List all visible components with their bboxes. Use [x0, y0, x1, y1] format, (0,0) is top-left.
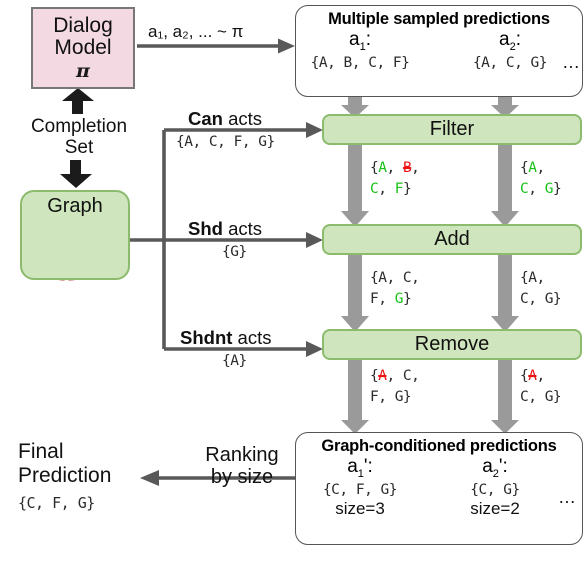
process-box-add[interactable]: Add: [322, 224, 582, 255]
conditioned-slot-2-size: size=2: [470, 498, 520, 518]
conditioned-slot-2: a2': {C, G} size=2: [435, 457, 555, 519]
dialog-model-box: Dialog Model π: [31, 7, 135, 89]
remove-output-left: {A, C, F, G}: [370, 368, 420, 406]
can-acts-label: Can acts: [188, 108, 262, 130]
dialog-model-line2: Model: [54, 36, 112, 60]
can-acts-set: {A, C, F, G}: [176, 134, 275, 150]
shdnt-acts-rest: acts: [232, 327, 272, 348]
dialog-model-policy-symbol: π: [76, 59, 90, 82]
sampled-slot-2-name: a2:: [499, 29, 521, 53]
completion-set-label: Completion Set: [4, 116, 154, 159]
process-label-remove: Remove: [414, 333, 490, 355]
conditioned-ellipsis: …: [558, 487, 576, 507]
block-arrow-filter-add-right: [491, 145, 519, 227]
completion-set-line1: Completion: [30, 116, 128, 137]
sampled-predictions-title: Multiple sampled predictions: [328, 10, 550, 28]
process-label-filter: Filter: [429, 118, 475, 140]
final-prediction-line1: Final: [18, 440, 64, 463]
arrow-completion-down: [60, 160, 92, 188]
sampled-slot-1: a1: {A, B, C, F}: [300, 30, 420, 71]
ranking-line1: Ranking: [205, 444, 279, 466]
graph-label: Graph: [47, 195, 103, 217]
block-arrow-remove-output-left: [341, 360, 369, 434]
final-prediction-label: Final Prediction: [18, 440, 178, 487]
shdnt-acts-set: {A}: [222, 353, 247, 369]
shd-acts-rest: acts: [222, 218, 263, 239]
conditioned-slot-2-name: a2':: [482, 456, 508, 480]
sampled-ellipsis: …: [562, 52, 580, 72]
conditioned-slot-1-set: {C, F, G}: [322, 481, 398, 498]
dialog-model-line1: Dialog: [53, 13, 113, 37]
completion-set-line2: Set: [64, 136, 94, 158]
ranking-label: Ranking by size: [187, 444, 297, 489]
can-acts-bold: Can: [188, 108, 223, 129]
can-acts-rest: acts: [222, 108, 263, 129]
filter-output-right: {A, C, G}: [520, 160, 562, 198]
block-arrow-add-remove-left: [341, 255, 369, 332]
sampled-slot-2-set: {A, C, G}: [472, 54, 548, 71]
shd-acts-label: Shd acts: [188, 218, 262, 240]
shd-acts-bold: Shd: [188, 218, 223, 239]
process-label-add: Add: [434, 228, 470, 250]
add-output-left: {A, C, F, G}: [370, 270, 420, 308]
block-arrow-filter-add-left: [341, 145, 369, 227]
final-prediction-line2: Prediction: [18, 463, 112, 487]
filter-output-left: {A, B, C, F}: [370, 160, 420, 198]
final-prediction-set: {C, F, G}: [18, 494, 95, 512]
sampled-slot-1-name: a1:: [349, 29, 371, 53]
arrow-completion-up: [62, 88, 94, 114]
sampled-slot-1-set: {A, B, C, F}: [310, 54, 410, 71]
shdnt-acts-label: Shdnt acts: [180, 327, 271, 349]
conditioned-slot-1-size: size=3: [335, 498, 385, 518]
ranking-line2: by size: [210, 466, 274, 489]
conditioned-slot-2-set: {C, G}: [470, 481, 520, 498]
remove-output-right: {A, C, G}: [520, 368, 562, 406]
shdnt-acts-bold: Shdnt: [180, 327, 233, 348]
sampling-label: a₁, a₂, ... ~ π: [148, 22, 244, 41]
graph-conditioned-title: Graph-conditioned predictions: [321, 437, 557, 455]
conditioned-slot-1: a1': {C, F, G} size=3: [300, 457, 420, 519]
add-output-right: {A, C, G}: [520, 270, 562, 308]
block-arrow-remove-output-right: [491, 360, 519, 434]
sampled-slot-2: a2: {A, C, G}: [450, 30, 570, 71]
process-box-remove[interactable]: Remove: [322, 329, 582, 360]
graph-box: Graph: [20, 190, 130, 280]
diagram-canvas: Dialog Model π a₁, a₂, ... ~ π Completio…: [0, 0, 588, 564]
process-box-filter[interactable]: Filter: [322, 114, 582, 145]
conditioned-slot-1-name: a1':: [347, 456, 373, 480]
shd-acts-set: {G}: [222, 244, 247, 260]
block-arrow-add-remove-right: [491, 255, 519, 332]
